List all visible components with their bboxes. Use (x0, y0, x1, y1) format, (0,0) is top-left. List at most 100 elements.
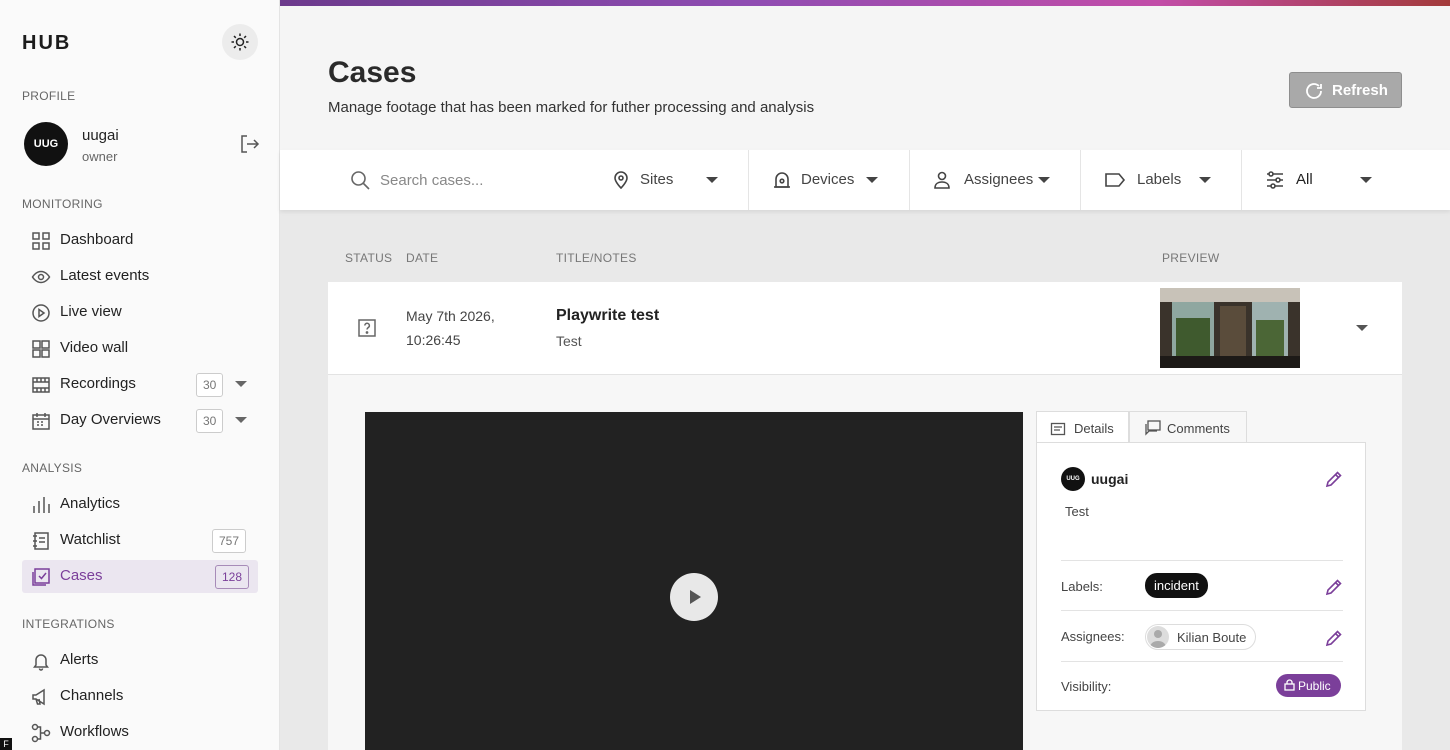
camera-icon (774, 172, 790, 188)
tab-comments[interactable]: Comments (1129, 411, 1247, 443)
tab-comments-label: Comments (1167, 421, 1230, 436)
divider (1061, 661, 1343, 662)
calendar-icon (32, 413, 50, 430)
sidebar-item-day-overviews[interactable]: Day Overviews 30 (22, 404, 258, 437)
labels-filter[interactable]: Labels (1081, 150, 1242, 210)
case-note: Test (556, 333, 582, 349)
sidebar-item-label: Workflows (60, 723, 129, 740)
play-button[interactable] (670, 573, 718, 621)
sidebar-item-label: Latest events (60, 267, 150, 284)
section-title-analysis: ANALYSIS (22, 461, 83, 475)
section-title-monitoring: MONITORING (22, 197, 103, 211)
section-title-integrations: INTEGRATIONS (22, 617, 115, 631)
tab-details-label: Details (1074, 421, 1114, 436)
details-panel: UUG uugai Test Labels: incident Assignee… (1036, 442, 1366, 711)
person-icon (934, 171, 950, 189)
sidebar-item-label: Cases (60, 567, 103, 584)
sites-filter[interactable]: Sites (590, 150, 749, 210)
chevron-down-icon[interactable] (235, 417, 247, 423)
eye-icon (31, 270, 51, 284)
sidebar-item-cases[interactable]: Cases 128 (22, 560, 258, 593)
refresh-icon (1306, 83, 1322, 99)
theme-toggle-button[interactable] (222, 24, 258, 60)
page-subtitle: Manage footage that has been marked for … (328, 99, 815, 116)
chevron-down-icon (1038, 177, 1050, 183)
devices-filter[interactable]: Devices (749, 150, 910, 210)
column-header-preview: PREVIEW (1162, 251, 1220, 265)
sidebar-item-label: Analytics (60, 495, 121, 512)
search-box (350, 150, 590, 210)
film-icon (32, 377, 50, 393)
sidebar-item-alerts[interactable]: Alerts (22, 644, 258, 677)
status-filter[interactable]: All (1242, 150, 1450, 210)
assignee-avatar (1147, 626, 1169, 648)
label-chip-incident: incident (1145, 573, 1208, 598)
play-icon (690, 590, 701, 604)
logout-icon[interactable] (238, 133, 260, 155)
profile: UUG uugai owner (24, 122, 264, 168)
refresh-label: Refresh (1332, 82, 1388, 99)
assignees-field-label: Assignees: (1061, 629, 1125, 644)
column-header-date: DATE (406, 251, 439, 265)
sidebar: HUB PROFILE UUG uugai owner MONITORING D… (0, 0, 280, 750)
preview-thumbnail[interactable] (1160, 288, 1300, 368)
chevron-down-icon (1199, 177, 1211, 183)
divider (1061, 610, 1343, 611)
status-filter-label: All (1296, 171, 1313, 188)
sidebar-item-label: Live view (60, 303, 122, 320)
sidebar-item-workflows[interactable]: Workflows (22, 716, 258, 749)
sidebar-item-label: Channels (60, 687, 124, 704)
sidebar-item-latest-events[interactable]: Latest events (22, 260, 258, 293)
case-details-expanded: Details Comments UUG uugai Test Labels: … (328, 375, 1402, 750)
avatar[interactable]: UUG (24, 122, 68, 166)
search-input[interactable] (380, 168, 580, 192)
tab-details[interactable]: Details (1036, 411, 1129, 444)
page-header: Cases Manage footage that has been marke… (280, 6, 1450, 150)
sidebar-item-channels[interactable]: Channels (22, 680, 258, 713)
visibility-field-label: Visibility: (1061, 679, 1112, 694)
cases-count-badge: 128 (215, 565, 250, 589)
assignee-name: Kilian Boute (1177, 630, 1247, 645)
visibility-badge[interactable]: Public (1276, 674, 1341, 697)
table-row[interactable]: May 7th 2026, 10:26:45 Playwrite test Te… (328, 282, 1402, 375)
labels-field-label: Labels: (1061, 579, 1103, 594)
sidebar-item-analytics[interactable]: Analytics (22, 488, 258, 521)
case-card: May 7th 2026, 10:26:45 Playwrite test Te… (328, 282, 1402, 750)
assignees-filter-label: Assignees (964, 171, 1034, 188)
sidebar-item-watchlist[interactable]: Watchlist 757 (22, 524, 258, 557)
visibility-value: Public (1298, 679, 1331, 693)
workflow-icon (31, 723, 51, 743)
profile-role: owner (82, 149, 118, 164)
chevron-down-icon[interactable] (235, 381, 247, 387)
sites-filter-label: Sites (640, 171, 674, 188)
column-header-title: TITLE/NOTES (556, 251, 637, 265)
sidebar-item-live-view[interactable]: Live view (22, 296, 258, 329)
chevron-down-icon (706, 177, 718, 183)
edit-note-pencil-icon[interactable] (1325, 470, 1343, 488)
sliders-icon (1267, 171, 1283, 189)
page-title: Cases (328, 56, 417, 89)
edit-labels-pencil-icon[interactable] (1325, 578, 1343, 596)
sidebar-item-dashboard[interactable]: Dashboard (22, 224, 258, 257)
assignees-filter[interactable]: Assignees (910, 150, 1081, 210)
sun-icon (231, 33, 249, 51)
bell-icon (33, 654, 49, 671)
case-note-text: Test (1065, 504, 1089, 519)
video-player[interactable] (365, 412, 1023, 750)
app-logo: HUB (22, 32, 72, 54)
preview-image (1160, 288, 1300, 368)
refresh-button[interactable]: Refresh (1289, 72, 1402, 108)
sidebar-item-video-wall[interactable]: Video wall (22, 332, 258, 365)
sidebar-item-label: Watchlist (60, 531, 121, 548)
case-title: Playwrite test (556, 307, 660, 324)
megaphone-icon (32, 688, 45, 706)
sidebar-item-recordings[interactable]: Recordings 30 (22, 368, 258, 401)
column-header-status: STATUS (345, 251, 393, 265)
sidebar-item-label: Alerts (60, 651, 99, 668)
expand-chevron-icon[interactable] (1356, 325, 1368, 331)
chevron-down-icon (1360, 177, 1372, 183)
sidebar-item-label: Video wall (60, 339, 129, 356)
assignee-chip: Kilian Boute (1145, 624, 1256, 650)
edit-assignees-pencil-icon[interactable] (1325, 629, 1343, 647)
comments-icon (1145, 420, 1161, 436)
